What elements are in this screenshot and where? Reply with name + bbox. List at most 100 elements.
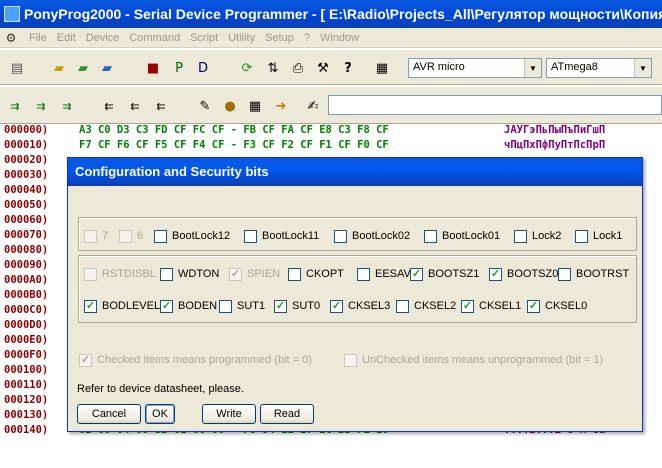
checkbox-box[interactable]	[575, 229, 588, 243]
checkbox-bootrst[interactable]: BOOTRST	[558, 266, 629, 282]
dialog-title[interactable]: Configuration and Security bits	[68, 158, 642, 186]
checkbox-box[interactable]	[154, 229, 167, 243]
checkbox-cksel1[interactable]: ✓ CKSEL1	[461, 298, 521, 314]
checkbox-box[interactable]	[357, 267, 370, 281]
checkbox-bootlock11[interactable]: BootLock11	[244, 228, 319, 244]
checkbox-box[interactable]	[558, 267, 571, 281]
read-button[interactable]: Read	[260, 404, 314, 424]
checkbox-lock1[interactable]: Lock1	[575, 228, 622, 244]
checkbox-lock2[interactable]: Lock2	[514, 228, 561, 244]
checkbox-box[interactable]	[288, 267, 301, 281]
checkbox-box[interactable]	[396, 299, 409, 313]
comment-input[interactable]	[328, 95, 662, 115]
menu-utility[interactable]: Utility	[223, 32, 260, 44]
read-prog-button[interactable]: ⇉	[30, 95, 52, 117]
menu-file[interactable]: File	[24, 32, 52, 44]
write-button[interactable]: Write	[202, 404, 256, 424]
checkbox-cksel3[interactable]: ✓ CKSEL3	[330, 298, 390, 314]
checkmark-icon[interactable]: ✓	[410, 267, 423, 281]
open-data-button[interactable]: ▰	[96, 57, 118, 79]
hex-row-addr: 0000F0)	[4, 349, 49, 361]
checkbox-box[interactable]	[219, 299, 232, 313]
menu-device[interactable]: Device	[81, 32, 125, 44]
checkbox-box[interactable]	[160, 267, 173, 281]
checkmark-icon[interactable]: ✓	[527, 299, 540, 313]
hex-row-addr: 0000D0)	[4, 319, 49, 331]
reload-icon: ⟳	[241, 60, 253, 76]
menu-window[interactable]: Window	[315, 32, 364, 44]
checkmark-icon[interactable]: ✓	[489, 267, 502, 281]
checkbox-boden[interactable]: ✓ BODEN	[160, 298, 217, 314]
menu-edit[interactable]: Edit	[52, 32, 81, 44]
checkbox-bootlock02[interactable]: BootLock02	[334, 228, 410, 244]
checkbox-label: BootLock12	[172, 230, 231, 242]
notes-button[interactable]: ✍	[302, 95, 324, 117]
device-type-select[interactable]: ATmega8 ▼	[546, 58, 652, 78]
menu-script[interactable]: Script	[185, 32, 223, 44]
checkbox-label: BOOTRST	[576, 268, 630, 280]
checkbox-box[interactable]	[334, 229, 347, 243]
open-prog-button[interactable]: ▰	[72, 57, 94, 79]
window-titlebar[interactable]: PonyProg2000 - Serial Device Programmer …	[0, 0, 662, 28]
checkbox-bootlock12[interactable]: BootLock12	[154, 228, 230, 244]
read-data-button[interactable]: ⇉	[56, 95, 78, 117]
write-all-button[interactable]: ⇇	[98, 95, 120, 117]
menu-command[interactable]: Command	[124, 32, 185, 44]
checkbox-bootlock01[interactable]: BootLock01	[424, 228, 500, 244]
read-all-button[interactable]: ⇉	[4, 95, 26, 117]
checkbox-cksel2[interactable]: CKSEL2	[396, 298, 456, 314]
checkbox-bootsz0[interactable]: ✓ BOOTSZ0	[489, 266, 558, 282]
checkbox-label: CKOPT	[306, 268, 344, 280]
hex-row-addr: 000130)	[4, 409, 49, 421]
new-file-button[interactable]: ▤	[6, 57, 28, 79]
checkbox-rstdisbl: RSTDISBL	[84, 266, 156, 282]
save-data-button[interactable]: D	[192, 57, 214, 79]
hex-row-ascii: чПцПхПфПуПтПсПрП	[504, 139, 606, 151]
hex-row-bytes: A3 C0 D3 C3 FD CF FC CF - FB CF FA CF E8…	[79, 124, 389, 136]
checkbox-bodlevel[interactable]: ✓ BODLEVEL	[84, 298, 160, 314]
new-file-icon: ▤	[10, 60, 24, 76]
edit-buffer-button[interactable]: ⇅	[262, 57, 284, 79]
erase-button[interactable]: ✎	[194, 95, 216, 117]
checkmark-icon[interactable]: ✓	[330, 299, 343, 313]
checkbox-wdton[interactable]: WDTON	[160, 266, 219, 282]
hex-row-ascii: ЈАУГэПьПыПъПиГшП	[504, 124, 606, 136]
checkbox-6: 6	[119, 228, 143, 244]
chevron-down-icon[interactable]: ▼	[524, 59, 541, 77]
hex-row-addr: 0000C0)	[4, 304, 49, 316]
menu-setup[interactable]: Setup	[260, 32, 299, 44]
checkbox-ckopt[interactable]: CKOPT	[288, 266, 344, 282]
checkmark-icon[interactable]: ✓	[160, 299, 173, 313]
save-button[interactable]: ■	[142, 57, 164, 79]
checkbox-cksel0[interactable]: ✓ CKSEL0	[527, 298, 587, 314]
checkmark-icon[interactable]: ✓	[461, 299, 474, 313]
checkbox-label: 7	[102, 230, 109, 242]
device-family-select[interactable]: AVR micro ▼	[408, 58, 542, 78]
cancel-button[interactable]: Cancel	[77, 404, 141, 424]
checkbox-box[interactable]	[514, 229, 527, 243]
open-file-button[interactable]: ▰	[48, 57, 70, 79]
print-button[interactable]: ⎙	[287, 57, 309, 79]
checkbox-sut1[interactable]: SUT1	[219, 298, 265, 314]
checkbox-box[interactable]	[424, 229, 437, 243]
document-window-icon[interactable]: ⚙	[2, 30, 20, 46]
chip-button[interactable]: ▦	[371, 57, 393, 79]
checkbox-bootsz1[interactable]: ✓ BOOTSZ1	[410, 266, 479, 282]
checkbox-sut0[interactable]: ✓ SUT0	[274, 298, 320, 314]
hex-row-addr: 000100)	[4, 364, 49, 376]
checkmark-icon[interactable]: ✓	[274, 299, 287, 313]
chevron-down-icon[interactable]: ▼	[634, 59, 651, 77]
setup-button[interactable]: ⚒	[312, 57, 334, 79]
checkbox-box[interactable]	[244, 229, 257, 243]
program-button[interactable]: ➜	[270, 95, 292, 117]
reload-button[interactable]: ⟳	[236, 57, 258, 79]
save-prog-button[interactable]: P	[168, 57, 190, 79]
help-button[interactable]: ?	[337, 57, 359, 79]
write-prog-button[interactable]: ⇇	[124, 95, 146, 117]
menu-help[interactable]: ?	[299, 32, 315, 44]
write-data-button[interactable]: ⇇	[150, 95, 172, 117]
ok-button[interactable]: OK	[145, 404, 175, 424]
config-bits-button[interactable]: ▦	[244, 95, 266, 117]
checkmark-icon[interactable]: ✓	[84, 299, 97, 313]
security-button[interactable]: ●	[219, 95, 241, 117]
